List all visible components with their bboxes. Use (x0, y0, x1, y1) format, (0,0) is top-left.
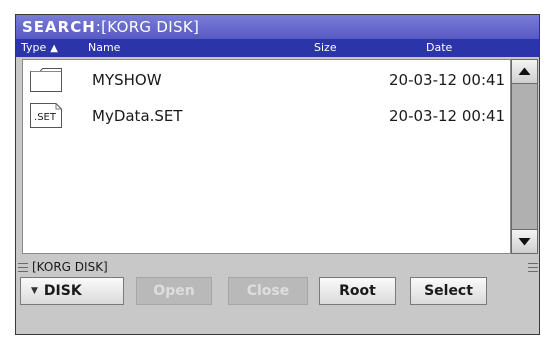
title-path: :[KORG DISK] (95, 18, 200, 36)
file-date: 20-03-12 00:41 (389, 107, 506, 125)
current-path: [KORG DISK] (32, 260, 108, 274)
arrow-up-icon (518, 67, 531, 75)
file-list[interactable]: MYSHOW 20-03-12 00:41 .SET MyData.SET 20… (22, 59, 511, 254)
folder-icon (30, 68, 62, 92)
arrow-down-icon (518, 238, 531, 246)
set-file-icon: .SET (30, 103, 62, 128)
sort-ascending-icon: ▲ (50, 43, 58, 54)
grip-icon (528, 263, 538, 272)
title-bar: SEARCH:[KORG DISK] (16, 15, 539, 39)
set-file-icon-label: .SET (34, 112, 57, 123)
grip-icon (18, 263, 28, 272)
dropdown-arrow-icon: ▼ (31, 286, 38, 296)
open-button[interactable]: Open (136, 277, 212, 305)
file-name: MyData.SET (92, 107, 183, 125)
file-browser-window: SEARCH:[KORG DISK] Type ▲ Name Size Date … (15, 14, 540, 335)
root-button[interactable]: Root (319, 277, 396, 305)
vertical-scrollbar[interactable] (511, 59, 538, 254)
column-date-header[interactable]: Date (426, 39, 452, 57)
column-type-label: Type (21, 41, 47, 54)
scroll-down-button[interactable] (512, 229, 537, 253)
disk-selector-label: DISK (43, 283, 82, 299)
disk-selector-button[interactable]: ▼ DISK (20, 277, 124, 305)
column-type-header[interactable]: Type ▲ (21, 39, 58, 58)
column-name-header[interactable]: Name (88, 39, 120, 57)
file-date: 20-03-12 00:41 (389, 71, 506, 89)
column-size-header[interactable]: Size (314, 39, 337, 57)
path-bar: [KORG DISK] (16, 259, 539, 275)
close-button[interactable]: Close (228, 277, 308, 305)
list-item[interactable]: MYSHOW 20-03-12 00:41 (23, 62, 508, 98)
list-item[interactable]: .SET MyData.SET 20-03-12 00:41 (23, 98, 508, 134)
title-prefix: SEARCH (22, 18, 96, 36)
select-button[interactable]: Select (410, 277, 487, 305)
column-header: Type ▲ Name Size Date (16, 39, 539, 57)
file-name: MYSHOW (92, 71, 162, 89)
scroll-up-button[interactable] (512, 60, 537, 84)
